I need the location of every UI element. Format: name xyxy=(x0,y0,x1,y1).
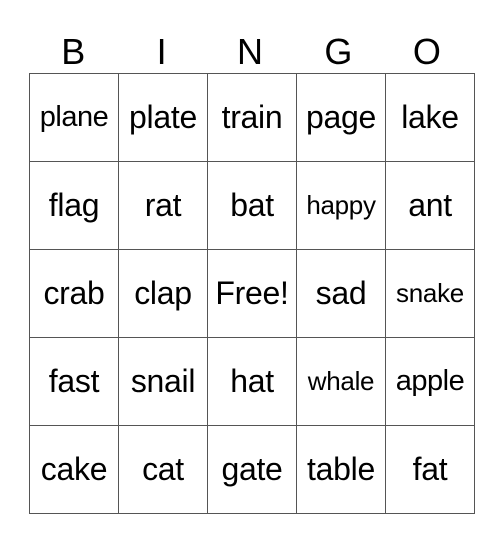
bingo-cell[interactable]: whale xyxy=(296,337,386,426)
bingo-cell[interactable]: page xyxy=(296,73,386,162)
bingo-cell[interactable]: rat xyxy=(118,161,208,250)
header-letter-i: I xyxy=(156,31,167,72)
grid-row: cake cat gate table fat xyxy=(29,425,475,514)
bingo-cell[interactable]: train xyxy=(207,73,297,162)
bingo-header: B I N G O xyxy=(29,30,471,73)
header-letter-b: B xyxy=(61,31,86,72)
bingo-cell[interactable]: fat xyxy=(385,425,475,514)
bingo-cell[interactable]: plane xyxy=(29,73,119,162)
bingo-cell[interactable]: ant xyxy=(385,161,475,250)
bingo-cell[interactable]: snail xyxy=(118,337,208,426)
bingo-cell[interactable]: cat xyxy=(118,425,208,514)
bingo-cell[interactable]: apple xyxy=(385,337,475,426)
grid-row: plane plate train page lake xyxy=(29,73,475,162)
header-letter-n: N xyxy=(237,31,264,72)
bingo-cell[interactable]: plate xyxy=(118,73,208,162)
bingo-cell[interactable]: happy xyxy=(296,161,386,250)
bingo-cell[interactable]: fast xyxy=(29,337,119,426)
bingo-cell[interactable]: snake xyxy=(385,249,475,338)
bingo-cell[interactable]: gate xyxy=(207,425,297,514)
bingo-cell[interactable]: bat xyxy=(207,161,297,250)
bingo-cell[interactable]: crab xyxy=(29,249,119,338)
header-letter-o: O xyxy=(412,31,441,72)
header-letter-g: G xyxy=(324,31,353,72)
bingo-cell[interactable]: clap xyxy=(118,249,208,338)
bingo-grid: plane plate train page lake flag rat bat… xyxy=(29,73,475,514)
bingo-cell[interactable]: flag xyxy=(29,161,119,250)
bingo-cell[interactable]: lake xyxy=(385,73,475,162)
grid-row: fast snail hat whale apple xyxy=(29,337,475,426)
bingo-cell[interactable]: sad xyxy=(296,249,386,338)
grid-row: flag rat bat happy ant xyxy=(29,161,475,250)
bingo-cell[interactable]: cake xyxy=(29,425,119,514)
bingo-cell[interactable]: table xyxy=(296,425,386,514)
free-space-cell[interactable]: Free! xyxy=(207,249,297,338)
bingo-cell[interactable]: hat xyxy=(207,337,297,426)
grid-row: crab clap Free! sad snake xyxy=(29,249,475,338)
